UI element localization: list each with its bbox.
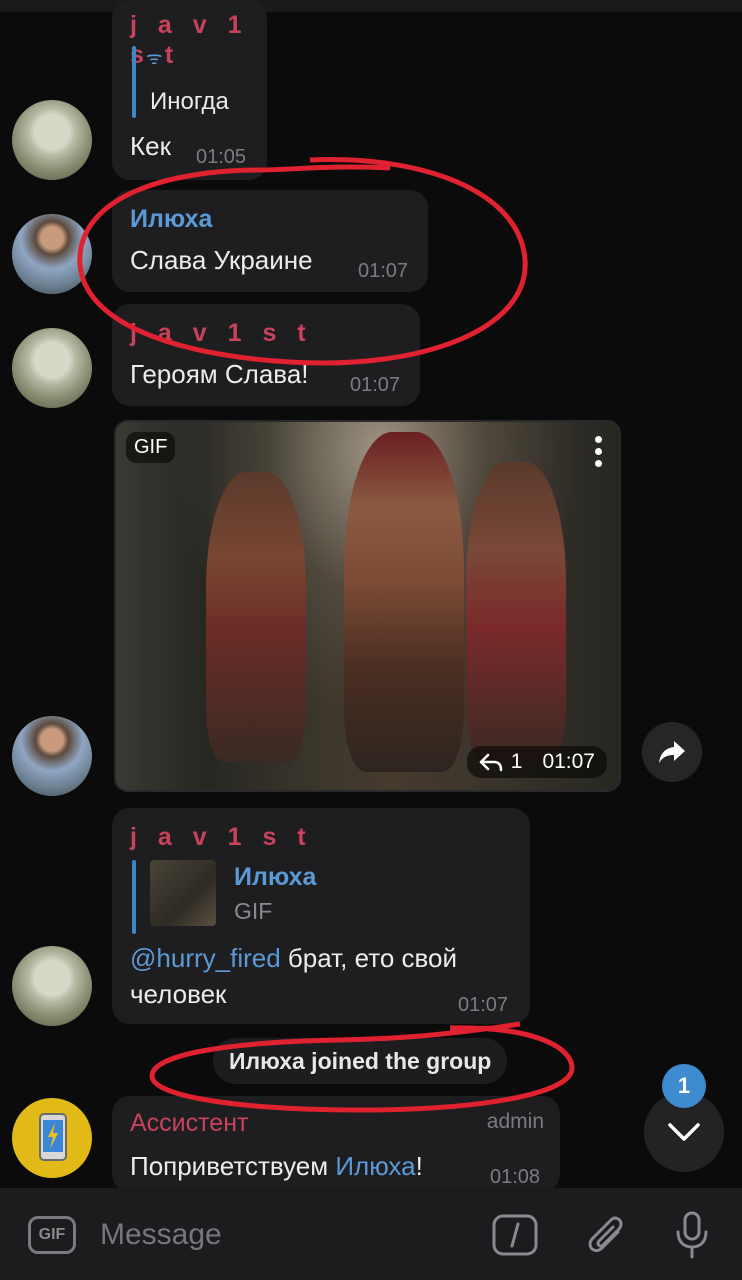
reply-name: Илюха (234, 863, 317, 891)
annotation-circle-bottom (149, 1021, 575, 1113)
mention-link[interactable]: Илюха (335, 1151, 415, 1181)
annotation-circle-top (77, 157, 528, 366)
message-text: Поприветствуем Илюха! (130, 1148, 423, 1184)
gif-label: GIF (126, 432, 176, 463)
gif-figure-center (344, 432, 464, 772)
message-text-part: Поприветствуем (130, 1151, 336, 1181)
quote-icon: ᯤ (146, 48, 163, 68)
mic-icon[interactable] (674, 1210, 710, 1260)
quote-bar (132, 46, 136, 118)
message-bubble-reply[interactable]: j a v 1 s t Илюха GIF @hurry_fired брат,… (112, 808, 530, 1024)
reply-count: 1 (510, 750, 523, 773)
message-time: 01:08 (490, 1166, 541, 1188)
sender-name[interactable]: j a v 1 s t (130, 822, 512, 852)
gif-meta[interactable]: 1 01:07 (466, 746, 607, 778)
unread-badge[interactable]: 1 (662, 1064, 706, 1108)
message-text: @hurry_fired брат, ето свой (130, 940, 457, 976)
gif-button[interactable]: GIF (28, 1216, 76, 1254)
message-text-part: брат, ето свой (280, 943, 458, 973)
forward-button[interactable] (642, 722, 702, 782)
reply-type: GIF (234, 898, 273, 924)
avatar-ilyuha[interactable] (12, 716, 92, 796)
gif-figure-left (206, 472, 306, 762)
chevron-down-icon (668, 1123, 700, 1141)
phone-bolt-icon (39, 1113, 67, 1161)
attach-icon[interactable] (584, 1212, 628, 1258)
message-time: 01:07 (542, 750, 595, 773)
gif-media[interactable]: GIF 1 01:07 (114, 420, 621, 792)
avatar-jav1st[interactable] (12, 946, 92, 1026)
avatar-assistant[interactable] (12, 1098, 92, 1178)
message-input[interactable] (98, 1210, 462, 1260)
message-text-part: ! (415, 1151, 423, 1181)
quote-bar (132, 860, 136, 934)
composer-bar: GIF (0, 1188, 742, 1280)
reply-icon (479, 753, 502, 772)
quote-text: Иногда (150, 88, 229, 115)
more-vert-icon[interactable] (595, 436, 603, 472)
mention-link[interactable]: @hurry_fired (130, 943, 281, 973)
gif-figure-right (466, 462, 566, 762)
status-strip (0, 0, 742, 12)
command-slash-icon[interactable] (492, 1214, 538, 1256)
forward-icon (659, 741, 685, 763)
reply-thumbnail (150, 860, 216, 926)
